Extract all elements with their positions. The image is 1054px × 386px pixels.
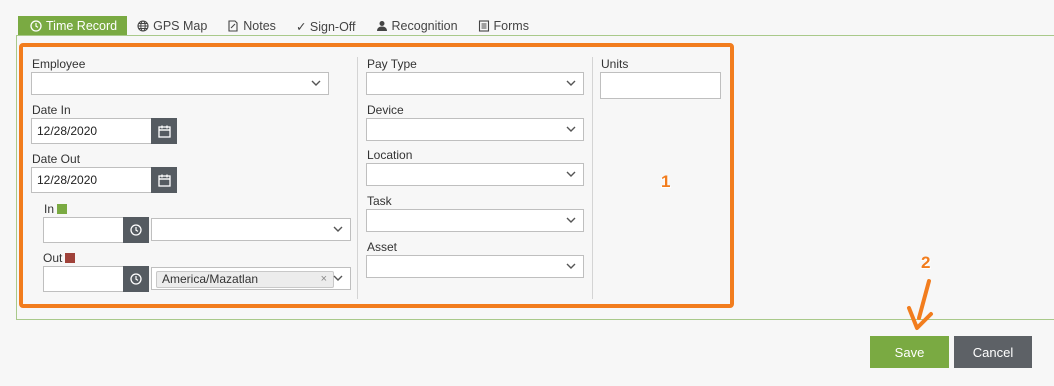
annotation-arrow-icon — [907, 279, 933, 330]
clock-icon — [130, 273, 142, 285]
tab-label: ✓ Sign-Off — [295, 19, 356, 34]
units-field[interactable] — [600, 72, 721, 99]
chevron-down-icon — [566, 263, 576, 269]
chevron-down-icon — [566, 126, 576, 132]
note-icon — [228, 20, 238, 32]
save-button[interactable]: Save — [870, 336, 949, 368]
tab-label: GPS Map — [153, 19, 208, 33]
annotation-marker-1: 1 — [661, 172, 671, 191]
chevron-down-icon — [333, 275, 343, 281]
time-out-field[interactable] — [43, 266, 124, 292]
tab-label: Forms — [493, 19, 529, 33]
asset-select[interactable] — [366, 255, 584, 278]
annotation-marker-2: 2 — [921, 253, 931, 272]
tab-label: Recognition — [391, 19, 458, 33]
clock-icon — [30, 20, 42, 32]
employee-label: Employee — [32, 57, 86, 71]
clock-icon — [130, 224, 142, 236]
time-in-label: In — [44, 202, 68, 216]
out-color-swatch — [65, 253, 76, 263]
chevron-down-icon — [566, 80, 576, 86]
time-out-label-text: Out — [43, 251, 63, 265]
calendar-icon — [157, 125, 171, 138]
pay-type-select[interactable] — [366, 72, 584, 95]
asset-label: Asset — [367, 240, 398, 254]
time-in-clock-button[interactable] — [123, 217, 149, 243]
tab-label: Time Record — [46, 19, 118, 33]
task-select[interactable] — [366, 209, 584, 232]
chevron-down-icon — [333, 226, 343, 232]
device-label: Device — [367, 103, 404, 117]
location-select[interactable] — [366, 163, 584, 186]
device-select[interactable] — [366, 118, 584, 141]
chevron-down-icon — [566, 217, 576, 223]
chevron-down-icon — [311, 80, 321, 86]
time-in-field[interactable] — [43, 217, 124, 243]
time-out-label: Out — [43, 251, 76, 265]
date-out-label: Date Out — [32, 152, 81, 166]
tab-bar: Time Record GPS Map Notes ✓ Sign-Off Rec… — [18, 16, 539, 36]
time-out-clock-button[interactable] — [123, 266, 149, 292]
timezone-tag-label: America/Mazatlan — [162, 272, 259, 286]
date-in-calendar-button[interactable] — [151, 118, 177, 144]
tab-gps-map[interactable]: GPS Map — [127, 16, 217, 36]
tab-forms[interactable]: Forms — [468, 16, 539, 36]
date-in-label: Date In — [32, 103, 71, 117]
date-out-field[interactable]: 12/28/2020 — [31, 167, 152, 193]
time-in-label-text: In — [44, 202, 55, 216]
in-color-swatch — [57, 204, 68, 214]
timezone-tag: America/Mazatlan × — [156, 271, 334, 288]
pay-type-label: Pay Type — [367, 57, 417, 71]
tab-recognition[interactable]: Recognition — [366, 16, 468, 36]
employee-select[interactable] — [31, 72, 329, 95]
tab-label: Notes — [243, 19, 276, 33]
location-label: Location — [367, 148, 413, 162]
date-in-field[interactable]: 12/28/2020 — [31, 118, 152, 144]
tab-notes[interactable]: Notes — [217, 16, 286, 36]
time-in-timezone-select[interactable] — [151, 218, 351, 241]
calendar-icon — [157, 174, 171, 187]
tab-sign-off[interactable]: ✓ Sign-Off — [286, 16, 366, 36]
column-divider — [592, 57, 593, 299]
column-divider — [357, 57, 358, 299]
units-label: Units — [601, 57, 629, 71]
globe-icon — [137, 20, 149, 32]
clear-timezone-icon[interactable]: × — [321, 272, 327, 287]
form-icon — [478, 20, 489, 32]
time-out-timezone-select[interactable]: America/Mazatlan × — [151, 267, 351, 290]
tab-time-record[interactable]: Time Record — [18, 16, 128, 36]
date-out-calendar-button[interactable] — [151, 167, 177, 193]
cancel-button[interactable]: Cancel — [954, 336, 1032, 368]
chevron-down-icon — [566, 171, 576, 177]
person-icon — [376, 21, 387, 31]
task-label: Task — [367, 194, 392, 208]
